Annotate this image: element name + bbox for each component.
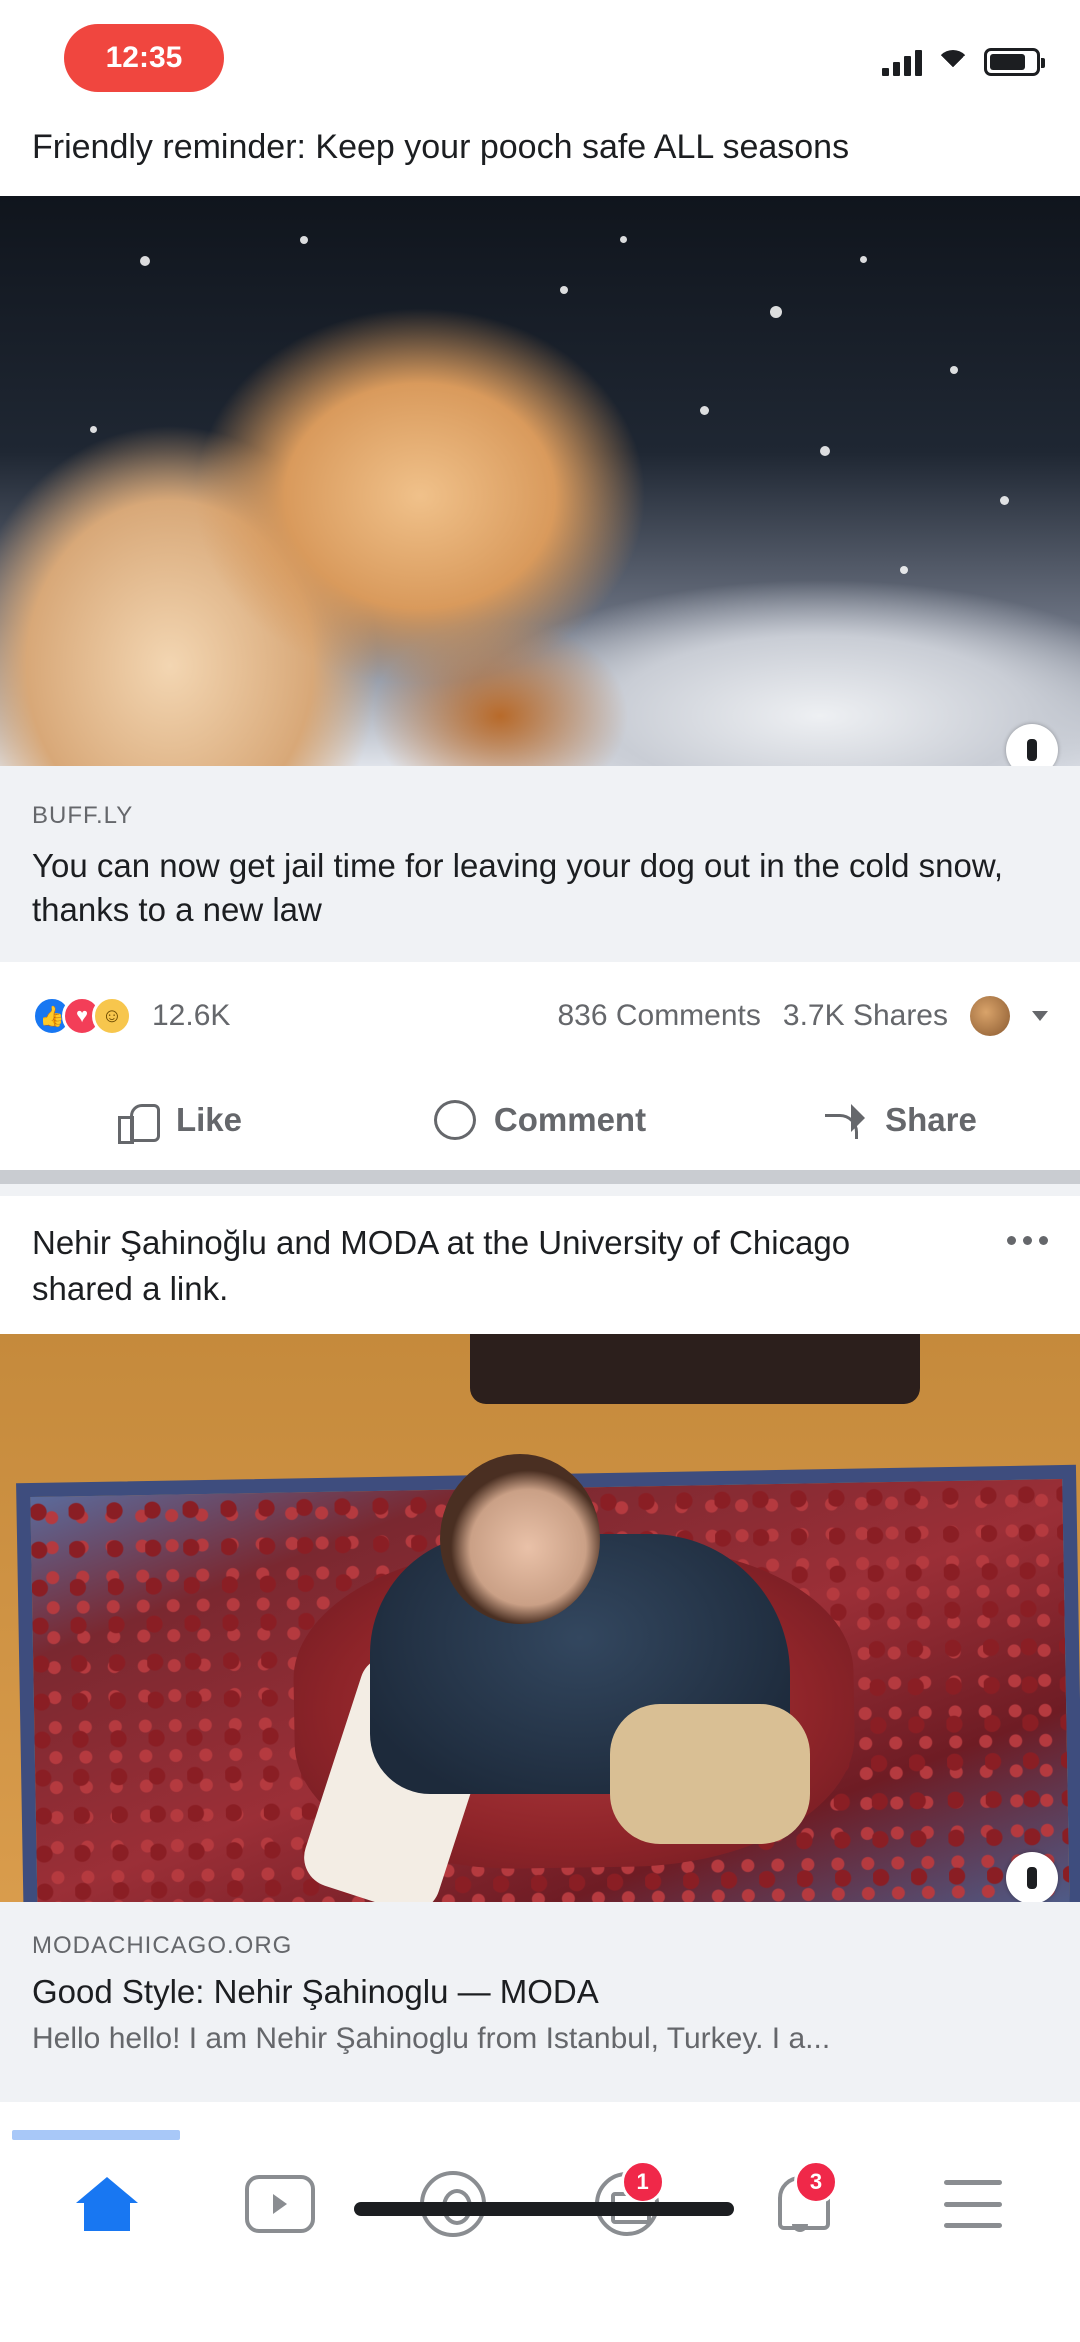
reaction-count[interactable]: 12.6K <box>152 999 230 1033</box>
status-icons <box>882 48 1045 76</box>
signal-icon <box>882 48 922 76</box>
post-header: Nehir Şahinoğlu and MODA at the Universi… <box>32 1224 851 1307</box>
link-title: You can now get jail time for leaving yo… <box>32 847 1004 928</box>
person-head-graphic <box>440 1454 600 1624</box>
nav-home[interactable] <box>47 2154 167 2254</box>
link-domain: MODACHICAGO.ORG <box>32 1932 293 1959</box>
post-stats: 836 Comments 3.7K Shares <box>557 996 1048 1036</box>
post-image-person[interactable] <box>0 1334 1080 1902</box>
comment-count[interactable]: 836 Comments <box>557 999 760 1033</box>
share-icon <box>823 1102 867 1139</box>
avatar[interactable] <box>970 996 1010 1036</box>
post-caption: Friendly reminder: Keep your pooch safe … <box>32 128 850 166</box>
home-indicator[interactable] <box>354 2202 734 2216</box>
reaction-icons[interactable]: 👍 ♥ ☺ <box>32 996 132 1036</box>
haha-reaction-icon: ☺ <box>92 996 132 1036</box>
watch-icon <box>244 2175 315 2233</box>
bottom-nav: 1 3 <box>0 2102 1080 2342</box>
notification-badge: 3 <box>793 2160 838 2204</box>
wifi-icon <box>936 48 970 76</box>
thumbs-up-icon <box>117 1100 160 1144</box>
nav-notifications[interactable]: 3 <box>740 2154 860 2254</box>
share-label: Share <box>885 1101 977 1138</box>
post-image-dog[interactable] <box>0 196 1080 766</box>
chevron-down-icon[interactable] <box>1032 1011 1048 1021</box>
like-label: Like <box>175 1101 243 1138</box>
link-preview[interactable]: BUFF.LY You can now get jail time for le… <box>0 766 1080 962</box>
feed-divider-spacer <box>0 1184 1080 1196</box>
active-tab-indicator <box>12 2130 180 2140</box>
feed-divider <box>0 1170 1080 1184</box>
status-bar: 12:35 <box>0 0 1080 120</box>
like-button[interactable]: Like <box>0 1080 360 1160</box>
status-time[interactable]: 12:35 <box>64 24 224 92</box>
share-count[interactable]: 3.7K Shares <box>783 999 948 1033</box>
sofa-graphic <box>470 1334 920 1404</box>
share-button[interactable]: Share <box>720 1080 1080 1160</box>
notification-badge: 1 <box>620 2160 665 2204</box>
link-description: Hello hello! I am Nehir Şahinoglu from I… <box>32 2022 831 2055</box>
more-options-icon[interactable] <box>1007 1236 1048 1245</box>
battery-icon <box>984 48 1045 76</box>
person-lap-graphic <box>610 1704 810 1844</box>
comment-button[interactable]: Comment <box>360 1080 720 1160</box>
comment-label: Comment <box>493 1101 647 1138</box>
menu-icon <box>944 2180 1003 2228</box>
comment-icon <box>433 1100 476 1140</box>
link-domain: BUFF.LY <box>32 802 134 829</box>
link-preview-2[interactable]: MODACHICAGO.ORG Good Style: Nehir Şahino… <box>0 1902 1080 2102</box>
media-options-icon[interactable] <box>1006 724 1058 766</box>
home-icon <box>75 2177 138 2231</box>
media-options-icon-2[interactable] <box>1006 1852 1058 1902</box>
action-bar: Like Comment Share <box>0 1080 1080 1160</box>
nav-watch[interactable] <box>220 2154 340 2254</box>
link-title: Good Style: Nehir Şahinoglu — MODA <box>32 1973 599 2010</box>
reactions-row: 👍 ♥ ☺ 12.6K 836 Comments 3.7K Shares <box>0 984 1080 1048</box>
nav-menu[interactable] <box>913 2154 1033 2254</box>
